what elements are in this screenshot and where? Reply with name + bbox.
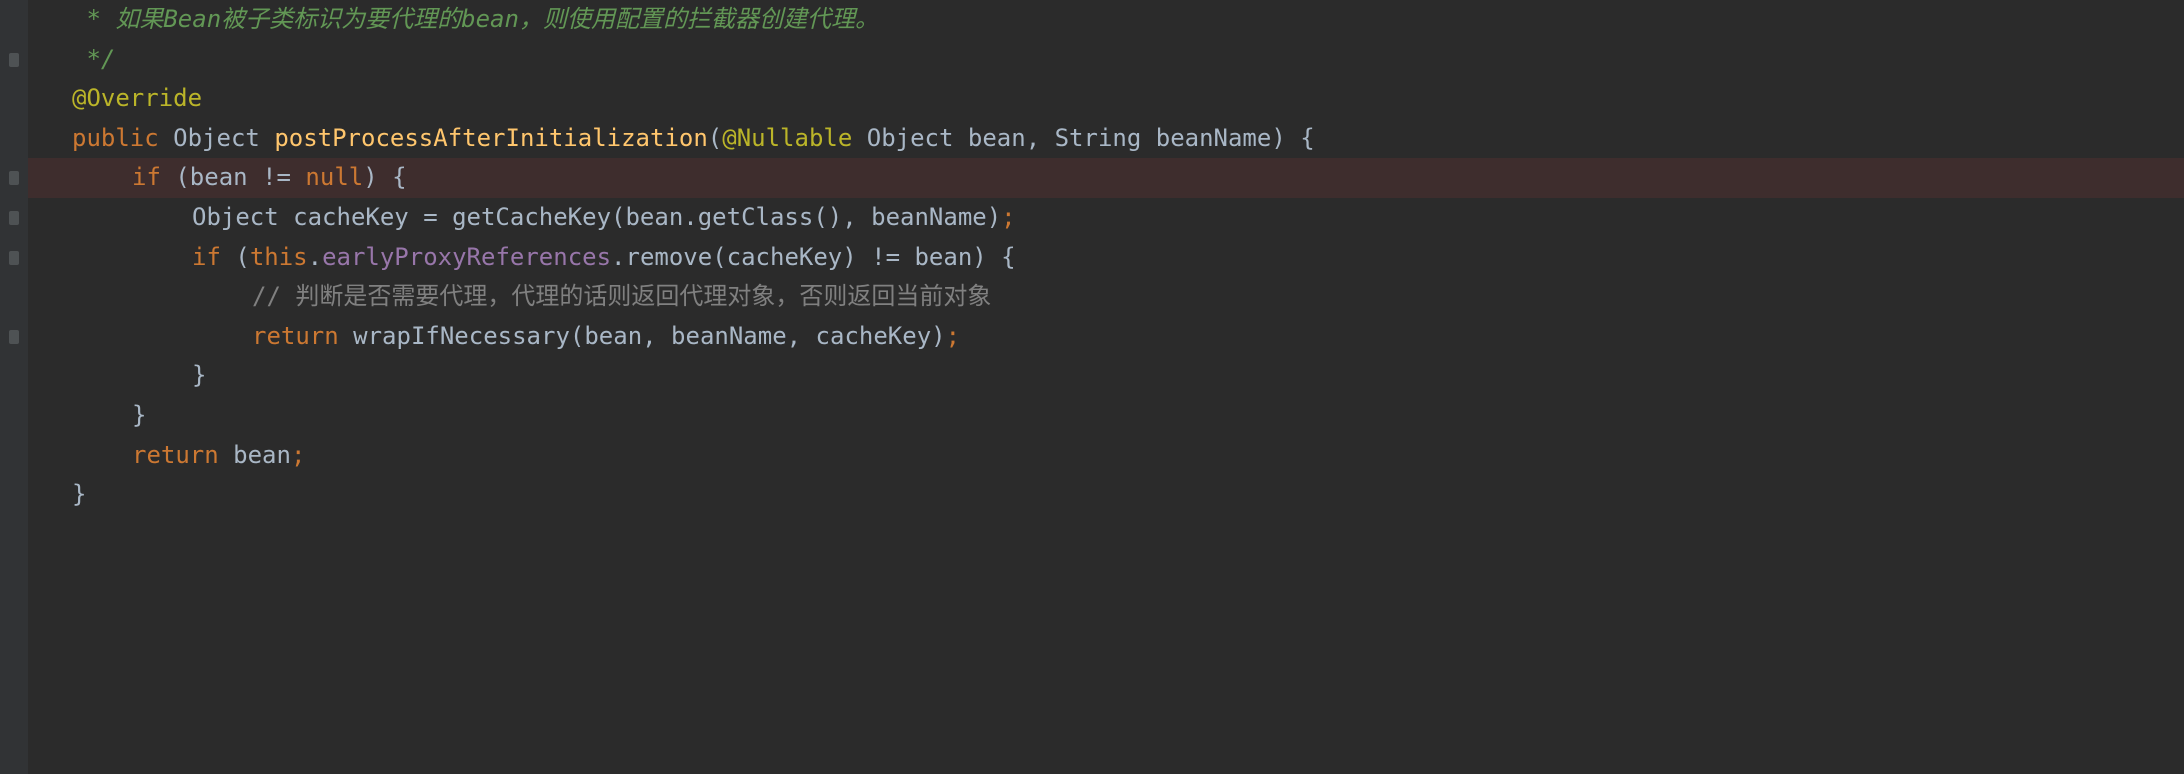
code-token: bean bbox=[233, 441, 291, 469]
code-token: } bbox=[192, 361, 206, 389]
code-token: Object bbox=[173, 124, 274, 152]
code-line[interactable]: return wrapIfNecessary(bean, beanName, c… bbox=[34, 317, 2184, 357]
code-token: return bbox=[132, 441, 233, 469]
code-line[interactable]: Object cacheKey = getCacheKey(bean.getCl… bbox=[34, 198, 2184, 238]
code-token: . bbox=[308, 243, 322, 271]
code-token: cacheKey) bbox=[816, 322, 946, 350]
code-token: earlyProxyReferences bbox=[322, 243, 611, 271]
gutter-fold-mark[interactable] bbox=[9, 53, 19, 67]
code-token: ( bbox=[235, 243, 249, 271]
code-token: != bbox=[262, 163, 305, 191]
code-area[interactable]: * 如果Bean被子类标识为要代理的bean，则使用配置的拦截器创建代理。 */… bbox=[28, 0, 2184, 774]
code-token: ( bbox=[708, 124, 722, 152]
code-token: ) { bbox=[363, 163, 406, 191]
code-line[interactable]: } bbox=[34, 356, 2184, 396]
code-token: } bbox=[132, 401, 146, 429]
code-token: } bbox=[72, 480, 86, 508]
code-token: , bbox=[842, 203, 871, 231]
code-editor[interactable]: * 如果Bean被子类标识为要代理的bean，则使用配置的拦截器创建代理。 */… bbox=[0, 0, 2184, 774]
code-line[interactable]: public Object postProcessAfterInitializa… bbox=[34, 119, 2184, 159]
code-line[interactable]: if (this.earlyProxyReferences.remove(cac… bbox=[34, 238, 2184, 278]
code-token: String beanName bbox=[1055, 124, 1272, 152]
code-line[interactable]: @Override bbox=[34, 79, 2184, 119]
code-line[interactable]: return bean; bbox=[34, 436, 2184, 476]
code-line[interactable]: */ bbox=[34, 40, 2184, 80]
gutter-fold-mark[interactable] bbox=[9, 211, 19, 225]
code-token: this bbox=[250, 243, 308, 271]
code-token: (bean bbox=[175, 163, 262, 191]
code-token: beanName bbox=[671, 322, 787, 350]
code-token: return bbox=[252, 322, 353, 350]
code-token: , bbox=[1026, 124, 1055, 152]
code-line[interactable]: } bbox=[34, 396, 2184, 436]
code-token: , bbox=[642, 322, 671, 350]
code-line[interactable]: } bbox=[34, 475, 2184, 515]
gutter-fold-mark[interactable] bbox=[9, 330, 19, 344]
code-token: null bbox=[305, 163, 363, 191]
gutter-fold-mark[interactable] bbox=[9, 251, 19, 265]
code-token: wrapIfNecessary(bean bbox=[353, 322, 642, 350]
code-token: ; bbox=[291, 441, 305, 469]
code-token: @Override bbox=[72, 84, 202, 112]
code-token: Object bean bbox=[852, 124, 1025, 152]
code-token: .remove(cacheKey) != bean) { bbox=[611, 243, 1016, 271]
code-token: if bbox=[192, 243, 235, 271]
code-token: @Nullable bbox=[722, 124, 852, 152]
code-token: // 判断是否需要代理，代理的话则返回代理对象，否则返回当前对象 bbox=[252, 282, 991, 310]
code-token: , bbox=[787, 322, 816, 350]
code-token: beanName) bbox=[871, 203, 1001, 231]
code-line[interactable]: // 判断是否需要代理，代理的话则返回代理对象，否则返回当前对象 bbox=[34, 277, 2184, 317]
code-token: ) { bbox=[1271, 124, 1314, 152]
code-token: ; bbox=[1001, 203, 1015, 231]
gutter-fold-mark[interactable] bbox=[9, 171, 19, 185]
code-token: * 如果Bean被子类标识为要代理的bean，则使用配置的拦截器创建代理。 bbox=[72, 5, 879, 33]
code-token: public bbox=[72, 124, 173, 152]
code-line[interactable]: if (bean != null) { bbox=[28, 158, 2184, 198]
editor-gutter bbox=[0, 0, 28, 774]
code-token: Object cacheKey = getCacheKey(bean.getCl… bbox=[192, 203, 842, 231]
code-token: ; bbox=[946, 322, 960, 350]
code-token: postProcessAfterInitialization bbox=[274, 124, 707, 152]
code-token: if bbox=[132, 163, 175, 191]
code-line[interactable]: * 如果Bean被子类标识为要代理的bean，则使用配置的拦截器创建代理。 bbox=[34, 0, 2184, 40]
code-token: */ bbox=[72, 45, 115, 73]
